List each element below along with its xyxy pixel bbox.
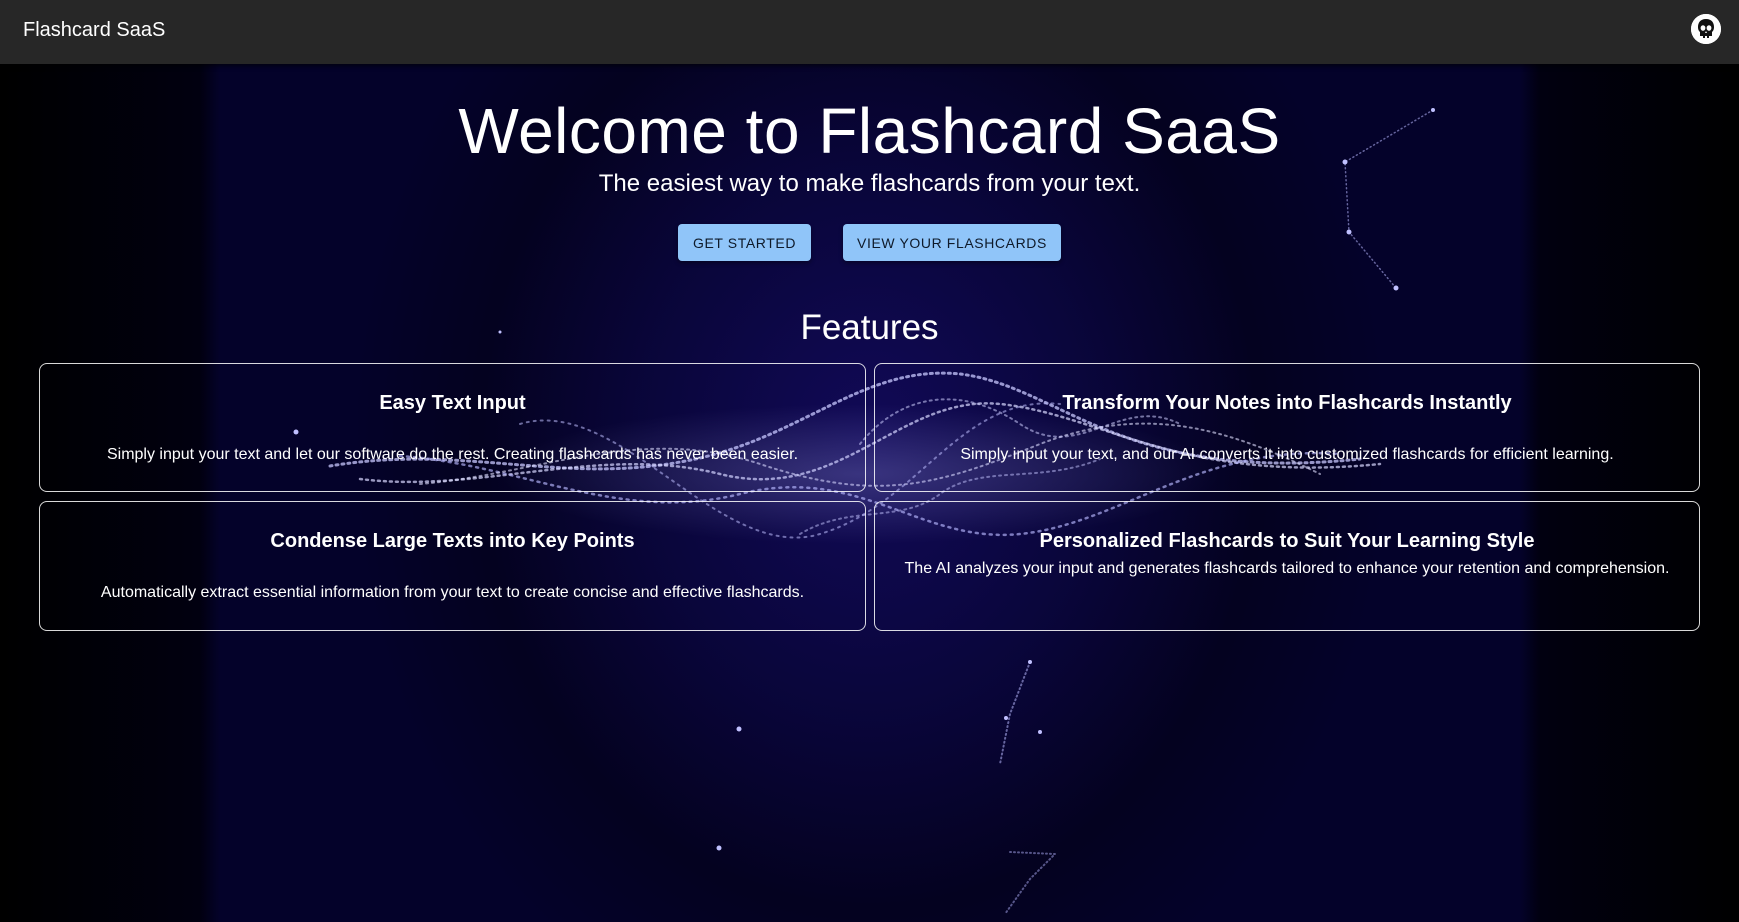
- feature-description: Simply input your text, and our AI conve…: [960, 446, 1614, 463]
- hero-title: Welcome to Flashcard SaaS: [458, 95, 1281, 167]
- brand-title[interactable]: Flashcard SaaS: [23, 19, 165, 42]
- feature-card: Condense Large Texts into Key Points Aut…: [39, 501, 866, 631]
- skull-avatar-icon[interactable]: [1691, 14, 1721, 44]
- feature-title: Condense Large Texts into Key Points: [270, 530, 635, 552]
- feature-description: Simply input your text and let our softw…: [106, 446, 799, 463]
- feature-card: Easy Text Input Simply input your text a…: [39, 363, 866, 492]
- feature-title: Transform Your Notes into Flashcards Ins…: [1062, 392, 1512, 414]
- get-started-button[interactable]: GET STARTED: [678, 224, 811, 261]
- feature-description: The AI analyzes your input and generates…: [904, 560, 1670, 577]
- feature-title: Easy Text Input: [379, 392, 526, 414]
- landing-page: Flashcard SaaS Welcome to Flashcard SaaS…: [0, 0, 1739, 922]
- view-flashcards-button[interactable]: VIEW YOUR FLASHCARDS: [843, 224, 1061, 261]
- top-navbar: Flashcard SaaS: [0, 0, 1739, 64]
- hero-subtitle: The easiest way to make flashcards from …: [598, 170, 1141, 197]
- feature-title: Personalized Flashcards to Suit Your Lea…: [1039, 530, 1535, 552]
- features-heading: Features: [800, 308, 939, 347]
- feature-card: Personalized Flashcards to Suit Your Lea…: [874, 501, 1700, 631]
- feature-card: Transform Your Notes into Flashcards Ins…: [874, 363, 1700, 492]
- feature-description: Automatically extract essential informat…: [100, 584, 805, 601]
